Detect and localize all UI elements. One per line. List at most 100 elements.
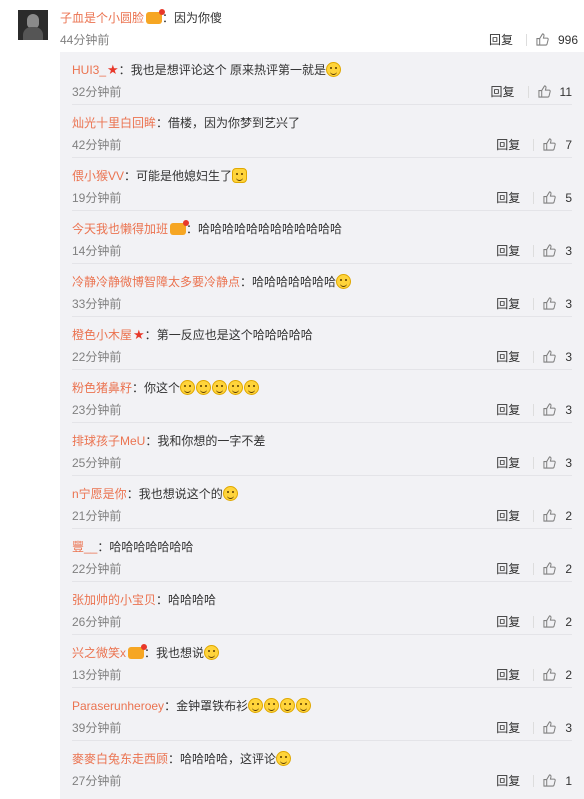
reply-line: 冷静冷静微博智障太多要冷静点：哈哈哈哈哈哈哈 bbox=[72, 273, 352, 290]
like-count: 1 bbox=[565, 774, 572, 788]
like-thumb-icon[interactable] bbox=[543, 138, 557, 151]
reply-button[interactable]: 回复 bbox=[496, 297, 520, 311]
reply-button[interactable]: 回复 bbox=[496, 774, 520, 788]
like-thumb-icon[interactable] bbox=[543, 456, 557, 469]
laugh-emoji-icon bbox=[196, 380, 212, 395]
like-count: 3 bbox=[565, 350, 572, 364]
reply-button[interactable]: 回复 bbox=[496, 615, 520, 629]
like-thumb-icon[interactable] bbox=[543, 668, 557, 681]
smile-emoji-icon bbox=[326, 62, 342, 77]
timestamp: 14分钟前 bbox=[72, 244, 122, 258]
top-comment: 子血是个小圆脸 ：因为你傻 44分钟前 回复 996 bbox=[0, 0, 584, 52]
reply-item: n宁愿是你：我也想说这个的 21分钟前 回复 2 bbox=[60, 476, 584, 529]
username-link[interactable]: n宁愿是你 bbox=[72, 487, 127, 501]
like-thumb-icon[interactable] bbox=[543, 244, 557, 257]
doge-emoji-icon bbox=[204, 645, 220, 660]
reply-button[interactable]: 回复 bbox=[496, 244, 520, 258]
like-count: 996 bbox=[557, 33, 578, 47]
username-link[interactable]: 橙色小木屋 bbox=[72, 328, 132, 342]
reply-actions: 回复 11 bbox=[491, 83, 572, 103]
reply-actions: 回复 3 bbox=[496, 454, 572, 474]
like-thumb-icon[interactable] bbox=[543, 562, 557, 575]
laugh-emoji-icon bbox=[244, 380, 260, 395]
timestamp: 21分钟前 bbox=[72, 509, 122, 523]
reply-actions: 回复 3 bbox=[496, 401, 572, 421]
timestamp: 27分钟前 bbox=[72, 774, 122, 788]
reply-text: 哈哈哈哈哈哈哈哈哈哈哈哈 bbox=[198, 222, 343, 236]
timestamp: 23分钟前 bbox=[72, 403, 122, 417]
reply-button[interactable]: 回复 bbox=[496, 456, 520, 470]
like-thumb-icon[interactable] bbox=[537, 85, 551, 98]
like-count: 3 bbox=[565, 721, 572, 735]
like-thumb-icon[interactable] bbox=[543, 615, 557, 628]
reply-button[interactable]: 回复 bbox=[496, 138, 520, 152]
timestamp: 22分钟前 bbox=[72, 350, 122, 364]
reply-button[interactable]: 回复 bbox=[496, 562, 520, 576]
reply-line: 粉色猪鼻籽：你这个 bbox=[72, 379, 260, 396]
username-link[interactable]: 豐__ bbox=[72, 540, 97, 554]
reply-line: 张加帅的小宝贝：哈哈哈哈 bbox=[72, 593, 217, 607]
reply-button[interactable]: 回复 bbox=[496, 721, 520, 735]
reply-item: 橙色小木屋★：第一反应也是这个哈哈哈哈哈 22分钟前 回复 3 bbox=[60, 317, 584, 370]
reply-item: 粉色猪鼻籽：你这个 23分钟前 回复 3 bbox=[60, 370, 584, 423]
like-thumb-icon[interactable] bbox=[543, 350, 557, 363]
username-link[interactable]: HUI3_ bbox=[72, 63, 106, 77]
like-count: 3 bbox=[565, 403, 572, 417]
timestamp: 26分钟前 bbox=[72, 615, 122, 629]
reply-button[interactable]: 回复 bbox=[491, 85, 515, 99]
username-link[interactable]: 粉色猪鼻籽 bbox=[72, 381, 132, 395]
reply-text: 可能是他媳妇生了 bbox=[136, 169, 233, 183]
username-link[interactable]: 麥麥白兔东走西顾 bbox=[72, 752, 168, 766]
reply-button[interactable]: 回复 bbox=[496, 668, 520, 682]
username-link[interactable]: 排球孩子MeU bbox=[72, 434, 145, 448]
like-thumb-icon[interactable] bbox=[543, 403, 557, 416]
like-count: 11 bbox=[559, 85, 572, 99]
like-thumb-icon[interactable] bbox=[543, 509, 557, 522]
laugh-emoji-icon bbox=[212, 380, 228, 395]
reply-line: n宁愿是你：我也想说这个的 bbox=[72, 485, 239, 502]
star-badge-icon: ★ bbox=[107, 62, 119, 77]
like-thumb-icon[interactable] bbox=[536, 33, 549, 46]
reply-button[interactable]: 回复 bbox=[489, 33, 513, 47]
username-link[interactable]: 偎小猴VV bbox=[72, 169, 124, 183]
reply-text: 我也是想评论这个 原来热评第一就是 bbox=[130, 63, 327, 77]
reply-actions: 回复 5 bbox=[496, 189, 572, 209]
laugh-emoji-icon bbox=[264, 698, 280, 713]
like-count: 2 bbox=[565, 562, 572, 576]
reply-actions: 回复 3 bbox=[496, 242, 572, 262]
reply-button[interactable]: 回复 bbox=[496, 509, 520, 523]
like-thumb-icon[interactable] bbox=[543, 297, 557, 310]
reply-line: 豐__：哈哈哈哈哈哈哈 bbox=[72, 540, 194, 554]
laugh-emoji-icon bbox=[336, 274, 352, 289]
like-thumb-icon[interactable] bbox=[543, 774, 557, 787]
laugh-emoji-icon bbox=[180, 380, 196, 395]
reply-text: 金钟罩铁布衫 bbox=[176, 699, 249, 713]
reply-list: HUI3_★：我也是想评论这个 原来热评第一就是 32分钟前 回复 11 灿光十里白回眸… bbox=[60, 52, 584, 799]
reply-item: 冷静冷静微博智障太多要冷静点：哈哈哈哈哈哈哈 33分钟前 回复 3 bbox=[60, 264, 584, 317]
reply-button[interactable]: 回复 bbox=[496, 191, 520, 205]
like-count: 5 bbox=[565, 191, 572, 205]
reply-item: Paraserunheroey：金钟罩铁布衫 39分钟前 回复 3 bbox=[60, 688, 584, 741]
like-thumb-icon[interactable] bbox=[543, 191, 557, 204]
reply-text: 哈哈哈哈 bbox=[168, 593, 217, 607]
reply-line: 橙色小木屋★：第一反应也是这个哈哈哈哈哈 bbox=[72, 327, 313, 342]
timestamp: 22分钟前 bbox=[72, 562, 122, 576]
reply-item: 麥麥白兔东走西顾：哈哈哈哈，这评论 27分钟前 回复 1 bbox=[60, 741, 584, 794]
timestamp: 32分钟前 bbox=[72, 85, 122, 99]
reply-button[interactable]: 回复 bbox=[496, 403, 520, 417]
like-thumb-icon[interactable] bbox=[543, 721, 557, 734]
username-link[interactable]: 冷静冷静微博智障太多要冷静点 bbox=[72, 275, 240, 289]
reply-actions: 回复 2 bbox=[496, 560, 572, 580]
username-link[interactable]: 灿光十里白回眸 bbox=[72, 116, 156, 130]
vip-badge-icon bbox=[146, 9, 166, 24]
username-link[interactable]: 今天我也懒得加班 bbox=[72, 222, 168, 236]
username-link[interactable]: 兴之微笑x bbox=[72, 646, 126, 660]
avatar[interactable] bbox=[18, 10, 48, 40]
reply-text: 哈哈哈哈哈哈哈 bbox=[109, 540, 194, 554]
reply-button[interactable]: 回复 bbox=[496, 350, 520, 364]
username-link[interactable]: 子血是个小圆脸 bbox=[60, 11, 144, 25]
laugh-emoji-icon bbox=[296, 698, 312, 713]
reply-text: 你这个 bbox=[144, 381, 181, 395]
username-link[interactable]: Paraserunheroey bbox=[72, 699, 164, 713]
username-link[interactable]: 张加帅的小宝贝 bbox=[72, 593, 156, 607]
